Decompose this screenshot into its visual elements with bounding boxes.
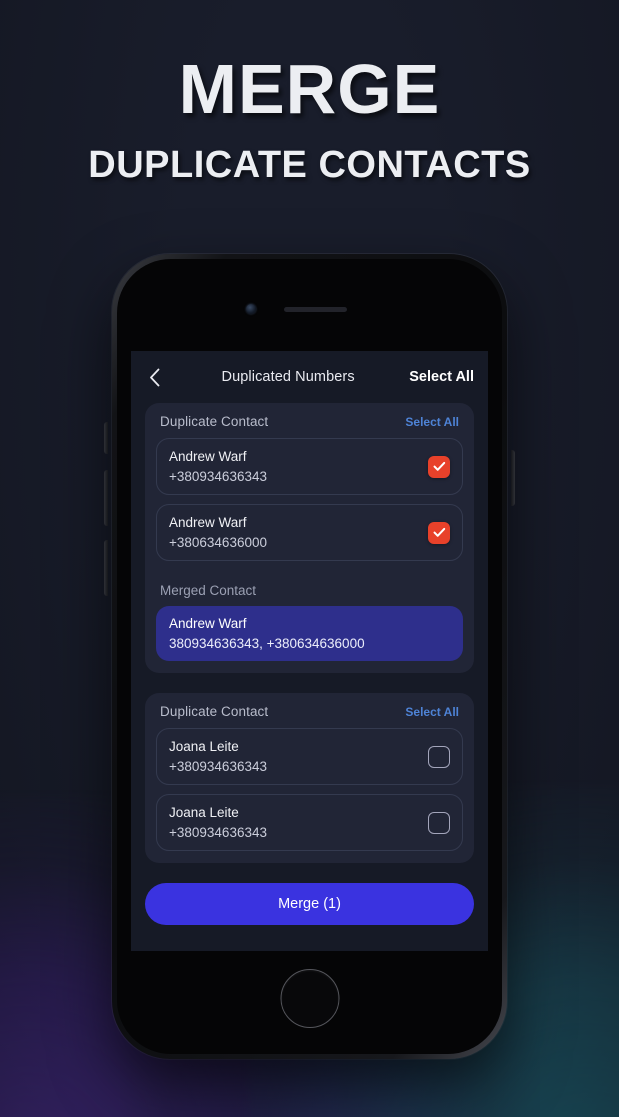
poster-canvas: MERGE DUPLICATE CONTACTS Duplicated Numb… bbox=[0, 0, 619, 1117]
contact-name: Joana Leite bbox=[169, 805, 239, 820]
merge-button[interactable]: Merge (1) bbox=[145, 883, 474, 925]
poster-subheadline: DUPLICATE CONTACTS bbox=[88, 143, 531, 186]
contact-name: Joana Leite bbox=[169, 739, 239, 754]
group-select-all-button[interactable]: Select All bbox=[405, 415, 459, 429]
page-title: Duplicated Numbers bbox=[221, 369, 355, 385]
contact-phone: +380934636343 bbox=[169, 469, 267, 484]
contact-checkbox-unchecked[interactable] bbox=[428, 745, 450, 768]
chevron-left-icon[interactable] bbox=[141, 362, 167, 392]
contact-row[interactable]: Joana Leite +380934636343 bbox=[156, 728, 463, 785]
merged-contact-name: Andrew Warf bbox=[169, 616, 247, 631]
contact-row[interactable]: Andrew Warf +380934636343 bbox=[156, 438, 463, 495]
contact-info: Andrew Warf +380934636343 bbox=[169, 449, 418, 484]
app-screen: Duplicated Numbers Select All Duplicate … bbox=[131, 351, 488, 951]
poster-headline: MERGE bbox=[178, 50, 441, 128]
front-camera-icon bbox=[246, 304, 256, 314]
contact-row[interactable]: Andrew Warf +380634636000 bbox=[156, 504, 463, 561]
silent-switch bbox=[104, 422, 108, 454]
power-button bbox=[511, 450, 515, 506]
contact-phone: +380934636343 bbox=[169, 759, 267, 774]
earpiece-speaker-icon bbox=[284, 307, 347, 312]
duplicate-contact-group: Duplicate Contact Select All Andrew Warf… bbox=[145, 403, 474, 673]
volume-down-button bbox=[104, 540, 108, 596]
contact-info: Joana Leite +380934636343 bbox=[169, 739, 418, 774]
merged-contact-label: Merged Contact bbox=[160, 583, 257, 598]
contact-groups-list: Duplicate Contact Select All Andrew Warf… bbox=[131, 403, 488, 863]
phone-body: Duplicated Numbers Select All Duplicate … bbox=[117, 259, 502, 1054]
volume-up-button bbox=[104, 470, 108, 526]
contact-phone: +380934636343 bbox=[169, 825, 267, 840]
contact-info: Joana Leite +380934636343 bbox=[169, 805, 418, 840]
contact-info: Andrew Warf +380634636000 bbox=[169, 515, 418, 550]
contact-name: Andrew Warf bbox=[169, 449, 247, 464]
duplicate-contact-group: Duplicate Contact Select All Joana Leite… bbox=[145, 693, 474, 863]
group-header: Duplicate Contact Select All bbox=[156, 704, 463, 728]
merge-action-bar: Merge (1) bbox=[131, 883, 488, 939]
contact-checkbox-checked[interactable] bbox=[428, 521, 450, 544]
contact-row[interactable]: Joana Leite +380934636343 bbox=[156, 794, 463, 851]
home-button-icon[interactable] bbox=[280, 969, 339, 1028]
group-select-all-button[interactable]: Select All bbox=[405, 705, 459, 719]
poster-headline-block: MERGE DUPLICATE CONTACTS bbox=[0, 50, 619, 186]
navbar-select-all-button[interactable]: Select All bbox=[409, 369, 474, 385]
group-header: Duplicate Contact Select All bbox=[156, 414, 463, 438]
contact-name: Andrew Warf bbox=[169, 515, 247, 530]
contact-checkbox-unchecked[interactable] bbox=[428, 811, 450, 834]
merged-contact-phone: 380934636343, +380634636000 bbox=[169, 636, 365, 651]
phone-mockup: Duplicated Numbers Select All Duplicate … bbox=[104, 254, 515, 1059]
group-title: Duplicate Contact bbox=[160, 414, 269, 429]
contact-checkbox-checked[interactable] bbox=[428, 455, 450, 478]
app-navbar: Duplicated Numbers Select All bbox=[131, 351, 488, 403]
contact-phone: +380634636000 bbox=[169, 535, 267, 550]
merged-contact-card[interactable]: Andrew Warf 380934636343, +380634636000 bbox=[156, 606, 463, 661]
group-title: Duplicate Contact bbox=[160, 704, 269, 719]
